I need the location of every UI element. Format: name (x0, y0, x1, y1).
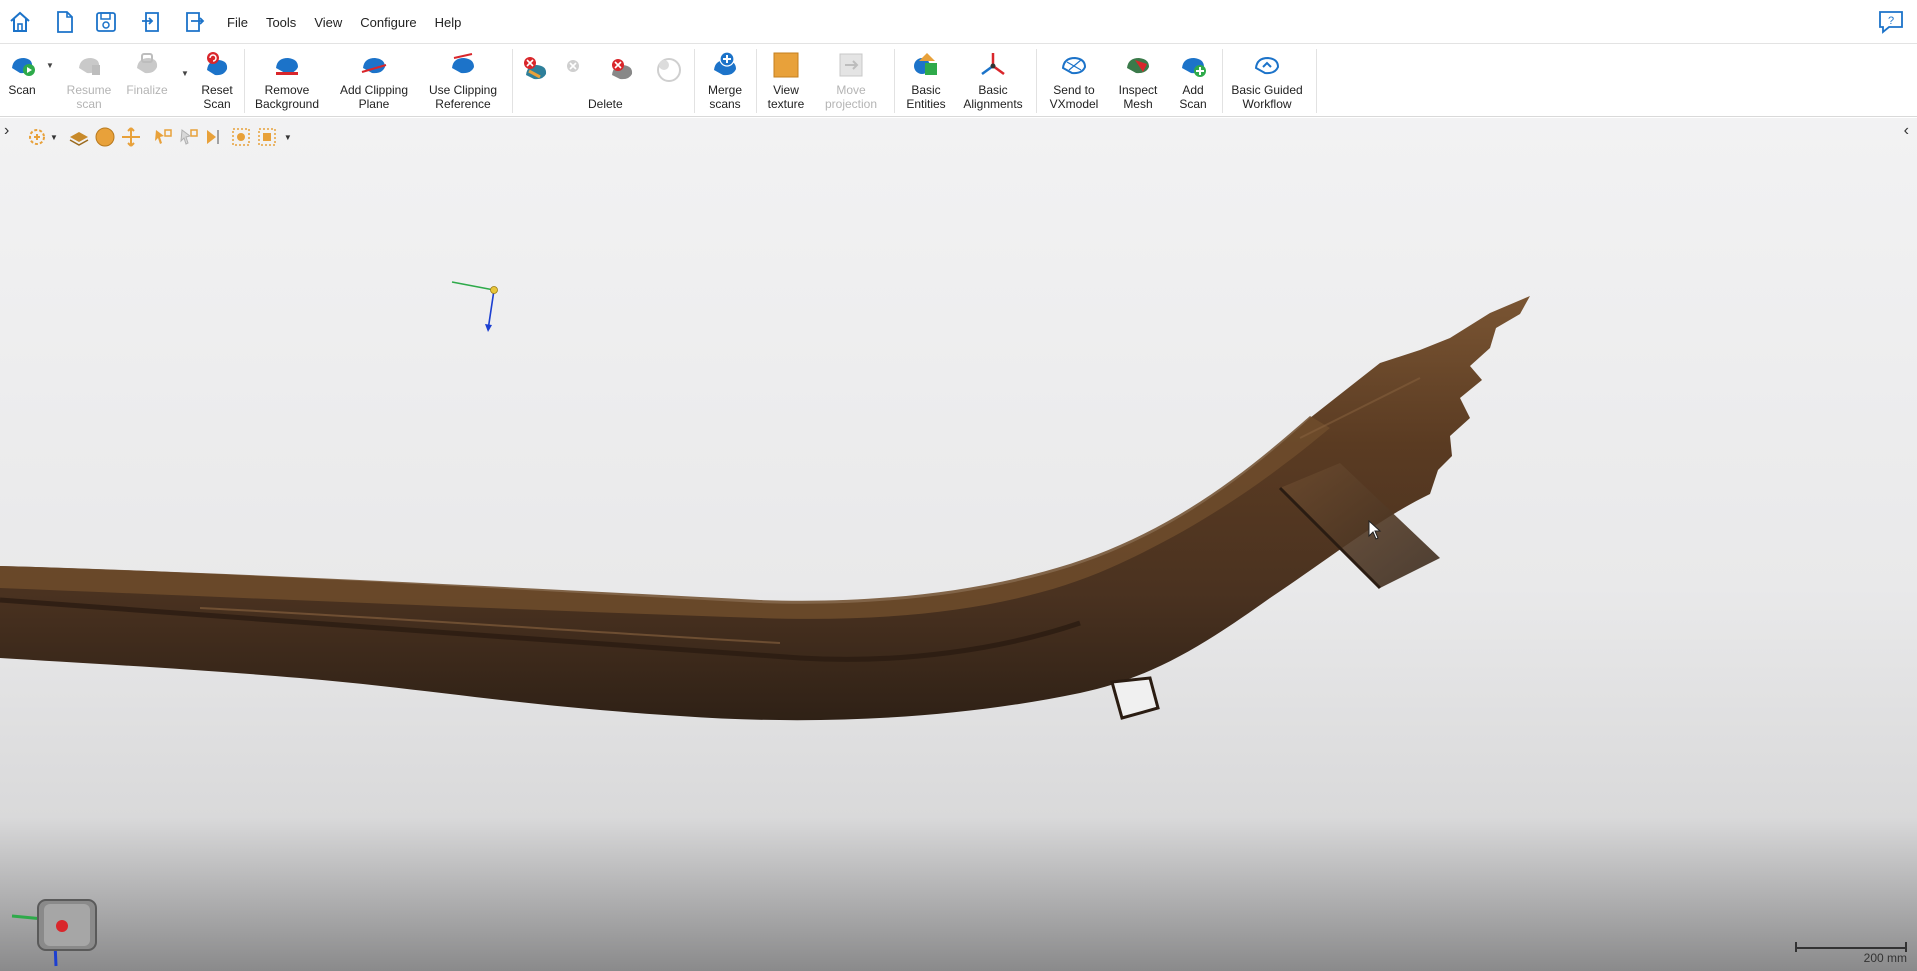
basic-guided-workflow-button[interactable]: Basic Guided Workflow (1228, 45, 1306, 117)
scale-bar: 200 mm (1795, 939, 1907, 965)
save-icon[interactable] (91, 7, 121, 37)
add-scan-button[interactable]: Add Scan (1170, 45, 1216, 117)
ribbon-separator (1036, 49, 1037, 113)
title-menu-bar: File Tools View Configure Help ? (0, 0, 1917, 44)
remove-background-button[interactable]: Remove Background (248, 45, 326, 117)
new-file-icon[interactable] (50, 7, 80, 37)
ribbon-separator (1316, 49, 1317, 113)
main-menu: File Tools View Configure Help (218, 0, 470, 44)
use-clipping-reference-button[interactable]: Use Clipping Reference (422, 45, 504, 117)
scanned-wood-mesh (0, 296, 1530, 721)
svg-text:?: ? (1888, 15, 1894, 27)
import-icon[interactable] (137, 7, 167, 37)
send-to-vxmodel-button[interactable]: Send to VXmodel (1042, 45, 1106, 117)
menu-file[interactable]: File (218, 15, 257, 30)
delete-isolated-icon (560, 53, 592, 85)
entities-icon (909, 48, 943, 82)
menu-view[interactable]: View (305, 15, 351, 30)
move-projection-icon (834, 48, 868, 82)
delete-group-label: Delete (588, 97, 623, 111)
ribbon-separator (694, 49, 695, 113)
merge-scans-icon (708, 48, 742, 82)
menu-help[interactable]: Help (426, 15, 471, 30)
add-scan-icon (1176, 48, 1210, 82)
finalize-button: Finalize (122, 45, 172, 117)
merge-scans-button[interactable]: Merge scans (700, 45, 750, 117)
scan-icon (5, 48, 39, 82)
finalize-dropdown-icon: ▼ (181, 69, 189, 78)
clipping-reference-icon (446, 48, 480, 82)
help-chat-icon[interactable]: ? (1877, 8, 1905, 36)
orientation-cube-gizmo[interactable] (4, 870, 100, 968)
home-icon[interactable] (5, 7, 35, 37)
guided-workflow-icon (1250, 48, 1284, 82)
3d-viewport[interactable]: › ‹ ▼ ▼ 200 mm (0, 118, 1917, 971)
basic-entities-button[interactable]: Basic Entities (900, 45, 952, 117)
ribbon-toolbar: Scan ▼ Resume scan Finalize ▼ Reset Scan… (0, 45, 1917, 117)
texture-icon (769, 48, 803, 82)
menu-tools[interactable]: Tools (257, 15, 305, 30)
ribbon-separator (894, 49, 895, 113)
vxmodel-icon (1057, 48, 1091, 82)
clipping-plane-icon (357, 48, 391, 82)
scan-button[interactable]: Scan (2, 45, 42, 117)
ribbon-separator (1222, 49, 1223, 113)
delete-fill-icon (652, 53, 684, 85)
move-projection-button: Move projection (818, 45, 884, 117)
view-texture-button[interactable]: View texture (760, 45, 812, 117)
mouse-cursor-icon (1368, 520, 1382, 540)
reset-scan-icon (200, 48, 234, 82)
add-clipping-plane-button[interactable]: Add Clipping Plane (332, 45, 416, 117)
resume-scan-icon (72, 48, 106, 82)
basic-alignments-button[interactable]: Basic Alignments (958, 45, 1028, 117)
export-icon[interactable] (178, 7, 208, 37)
reset-scan-button[interactable]: Reset Scan (196, 45, 238, 117)
resume-scan-button: Resume scan (60, 45, 118, 117)
inspect-mesh-button[interactable]: Inspect Mesh (1112, 45, 1164, 117)
delete-selection-icon[interactable] (520, 53, 552, 85)
ribbon-separator (756, 49, 757, 113)
scale-label: 200 mm (1863, 951, 1907, 965)
inspect-mesh-icon (1121, 48, 1155, 82)
delete-scan-icon[interactable] (606, 53, 638, 85)
ribbon-separator (512, 49, 513, 113)
ribbon-separator (244, 49, 245, 113)
scan-dropdown-icon[interactable]: ▼ (46, 61, 54, 70)
finalize-icon (130, 48, 164, 82)
menu-configure[interactable]: Configure (351, 15, 425, 30)
remove-background-icon (270, 48, 304, 82)
alignment-axes-icon (976, 48, 1010, 82)
